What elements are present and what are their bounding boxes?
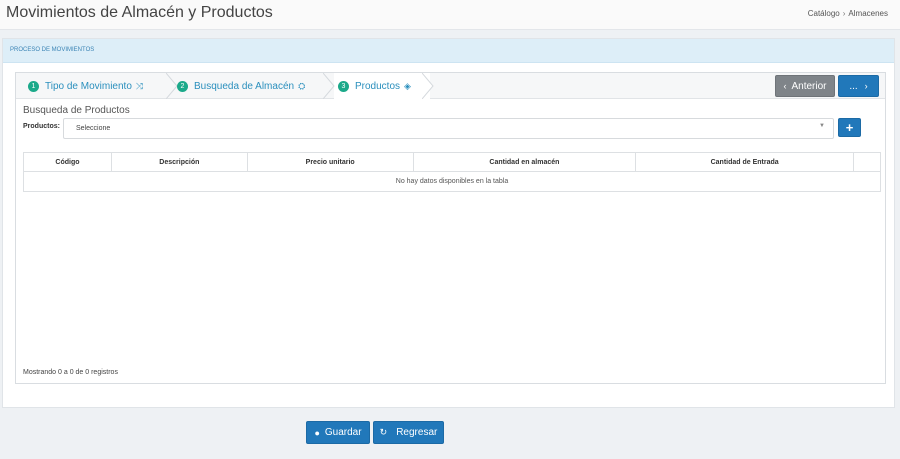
save-label: Guardar: [324, 427, 362, 438]
table-info: Mostrando 0 a 0 de 0 registros: [23, 369, 118, 376]
step-tipo-movimiento[interactable]: 1 Tipo de Movimiento ⤨: [28, 73, 143, 99]
previous-label: Anterior: [791, 80, 827, 92]
next-label: ...: [849, 80, 858, 92]
step-divider: [323, 73, 335, 99]
user-icon: ●: [314, 427, 320, 438]
products-label: Productos:: [23, 123, 60, 130]
add-product-button[interactable]: +: [838, 118, 861, 137]
wizard: 1 Tipo de Movimiento ⤨ 2 Busqueda de Alm…: [15, 72, 886, 384]
products-table: Código Descripción Precio unitario Canti…: [23, 152, 881, 192]
page-header: Movimientos de Almacén y Productos Catál…: [0, 0, 900, 30]
breadcrumb-separator: ›: [842, 9, 846, 18]
products-select[interactable]: Seleccione ▼: [63, 118, 834, 139]
section-title: Busqueda de Productos: [23, 105, 130, 116]
table-header-row: Código Descripción Precio unitario Canti…: [23, 152, 881, 172]
column-header-actions: [853, 152, 881, 172]
column-header-codigo[interactable]: Código: [23, 152, 112, 172]
page-title: Movimientos de Almacén y Productos: [6, 4, 273, 21]
column-header-descripcion[interactable]: Descripción: [110, 152, 248, 172]
wizard-steps: 1 Tipo de Movimiento ⤨ 2 Busqueda de Alm…: [16, 73, 885, 99]
step-number: 3: [338, 80, 349, 92]
breadcrumb-catalogo[interactable]: Catálogo: [808, 9, 840, 18]
column-header-cantidad-almacen[interactable]: Cantidad en almacén: [412, 152, 637, 172]
column-header-cantidad-entrada[interactable]: Cantidad de Entrada: [635, 152, 854, 172]
chevron-right-icon: ›: [864, 81, 868, 91]
shuffle-icon: ⤨: [135, 80, 144, 91]
chevron-left-icon: ‹: [783, 81, 787, 91]
breadcrumb: Catálogo › Almacenes: [808, 9, 888, 18]
step-busqueda-almacen[interactable]: 2 Busqueda de Almacén ⛭: [177, 73, 305, 99]
step-label: Productos: [355, 80, 401, 92]
step-productos[interactable]: 3 Productos ◈: [338, 73, 411, 99]
step-divider: [422, 73, 434, 99]
next-button[interactable]: ... ›: [838, 75, 879, 97]
movements-panel: PROCESO DE MOVIMIENTOS 1 Tipo de Movimie…: [2, 38, 895, 408]
products-select-value: Seleccione: [76, 125, 111, 132]
step-label: Busqueda de Almacén: [194, 80, 295, 92]
back-label: Regresar: [396, 427, 438, 438]
back-button[interactable]: ↻ Regresar: [373, 421, 444, 444]
column-header-precio[interactable]: Precio unitario: [246, 152, 414, 172]
refresh-icon: ↻: [379, 427, 388, 437]
panel-title: PROCESO DE MOVIMIENTOS: [3, 39, 894, 63]
step-number: 1: [28, 80, 39, 92]
table-row: No hay datos disponibles en la tabla: [23, 171, 881, 192]
save-button[interactable]: ● Guardar: [306, 421, 370, 444]
step-label: Tipo de Movimiento: [45, 80, 132, 92]
breadcrumb-almacenes: Almacenes: [848, 9, 888, 18]
step-number: 2: [177, 80, 188, 92]
caret-down-icon: ▼: [819, 123, 825, 129]
cube-icon: ◈: [404, 80, 411, 91]
previous-button[interactable]: ‹ Anterior: [775, 75, 835, 97]
cubes-icon: ⛭: [298, 80, 306, 91]
empty-table-message: No hay datos disponibles en la tabla: [23, 171, 881, 192]
